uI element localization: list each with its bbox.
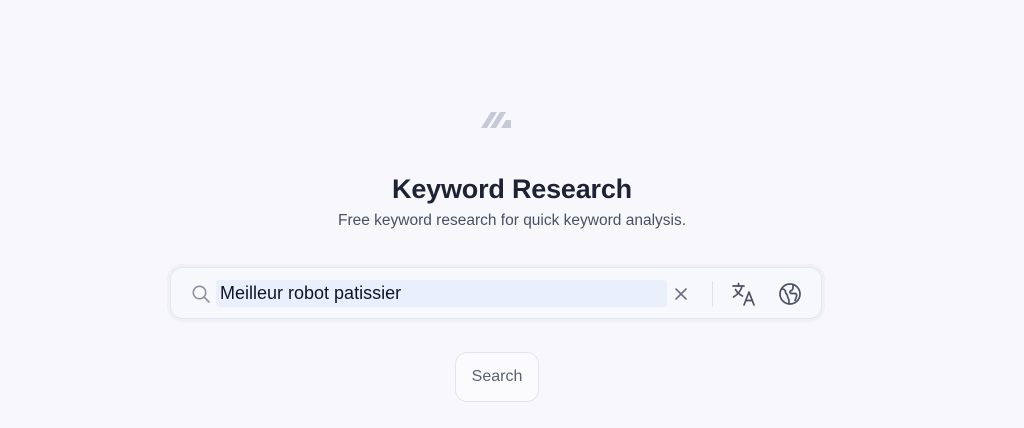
translate-button[interactable] <box>730 280 758 308</box>
search-input[interactable] <box>216 280 667 307</box>
search-bar <box>170 267 822 319</box>
close-icon <box>675 288 687 300</box>
globe-icon <box>779 283 801 305</box>
translate-icon <box>732 282 755 306</box>
brand-logo-icon <box>481 112 511 128</box>
search-icon <box>192 285 210 303</box>
page-subtitle: Free keyword research for quick keyword … <box>337 212 687 229</box>
clear-search-button[interactable] <box>670 283 692 305</box>
search-button[interactable]: Search <box>455 352 539 402</box>
page-title: Keyword Research <box>392 174 632 204</box>
search-bar-divider <box>712 281 713 307</box>
location-button[interactable] <box>776 280 804 308</box>
